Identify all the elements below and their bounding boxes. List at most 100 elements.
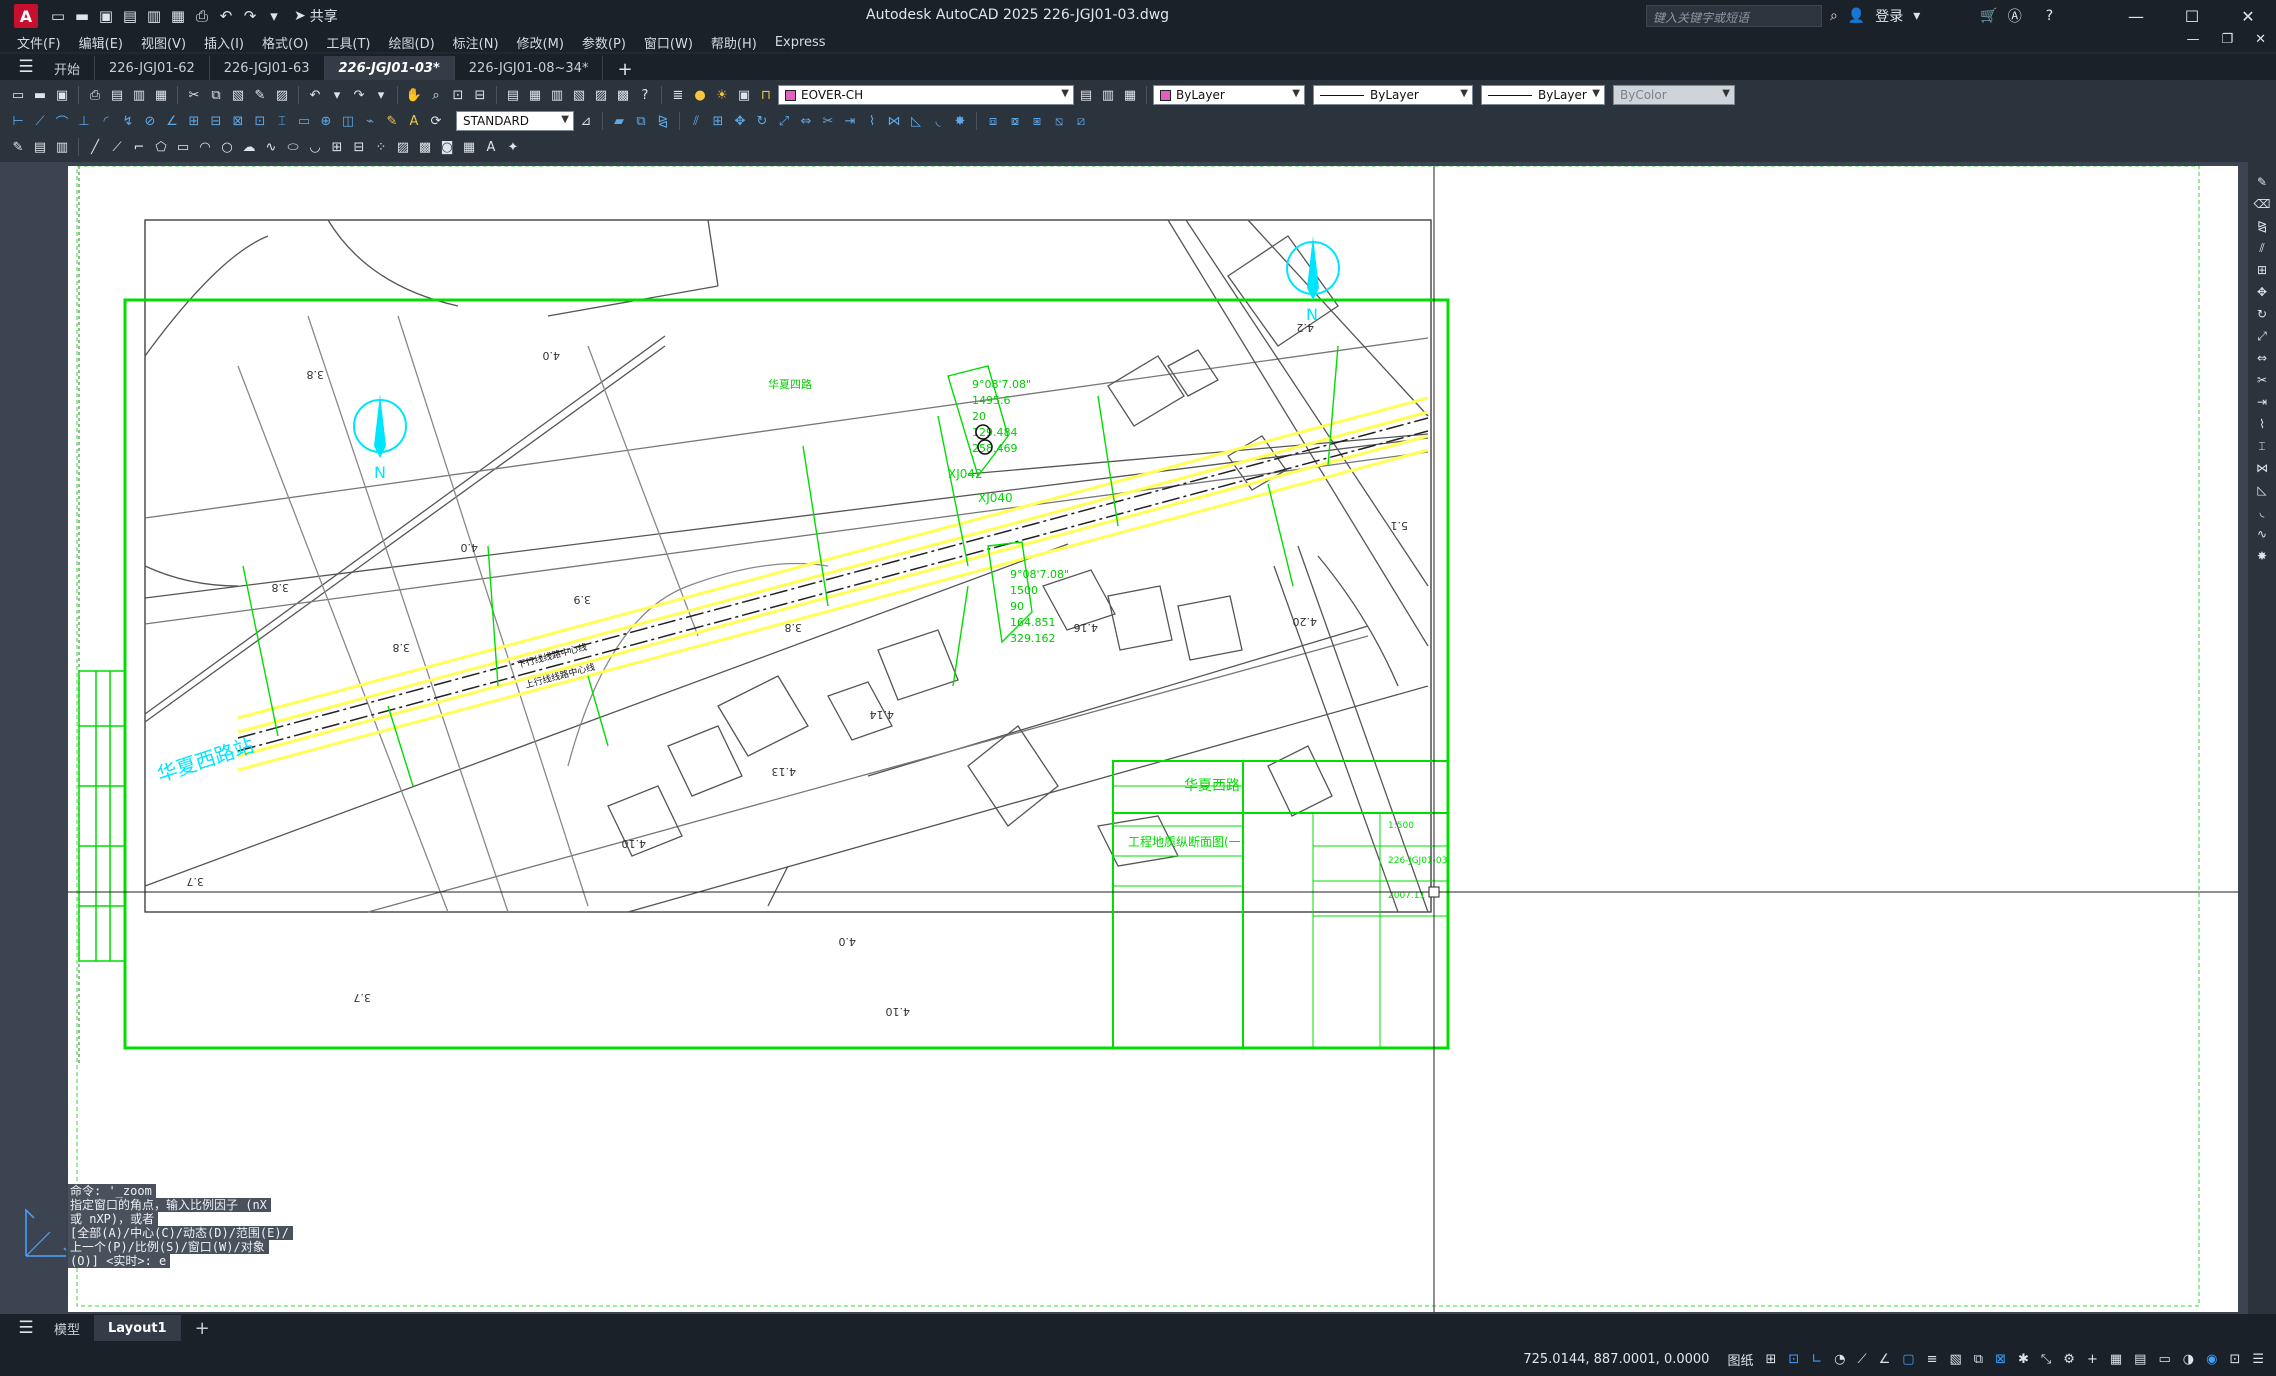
pan-icon[interactable]: ✋ xyxy=(404,85,424,105)
dimension-update-icon[interactable]: ⟳ xyxy=(426,111,446,131)
redo-dropdown-icon[interactable]: ▾ xyxy=(371,85,391,105)
angular-icon[interactable]: ∠ xyxy=(162,111,182,131)
undo-icon[interactable]: ↶ xyxy=(305,85,325,105)
extend-icon[interactable]: ⇥ xyxy=(840,111,860,131)
mirror-icon[interactable]: ⧎ xyxy=(2253,218,2271,234)
aligned-dimension-icon[interactable]: ⟋ xyxy=(30,111,50,131)
customization-icon[interactable]: ☰ xyxy=(2246,1352,2270,1367)
layer-lock-icon[interactable]: ⊓ xyxy=(756,85,776,105)
annotation-visibility-icon[interactable]: ✱ xyxy=(2012,1352,2035,1367)
drawing-workspace[interactable]: 9°08'7.08" 1495.6 20 129.484 258.469 9°0… xyxy=(0,162,2248,1314)
tab-226-jgj01-08-34[interactable]: 226-JGJ01-08~34* xyxy=(455,56,604,80)
fillet-icon[interactable]: ◟ xyxy=(2253,504,2271,520)
menu-modify[interactable]: 修改(M) xyxy=(508,33,573,52)
doc-minimize-icon[interactable]: — xyxy=(2186,32,2199,47)
hatch-icon[interactable]: ▨ xyxy=(393,137,413,157)
group-select-icon[interactable]: ⧅ xyxy=(1049,111,1069,131)
quickcalc-icon[interactable]: ▩ xyxy=(613,85,633,105)
layer-freeze-icon[interactable]: ☀ xyxy=(712,85,732,105)
pdf-icon[interactable]: ▦ xyxy=(151,85,171,105)
group-edit-icon[interactable]: ⧆ xyxy=(1027,111,1047,131)
layer-dropdown[interactable]: EOVER-CH ▼ xyxy=(778,85,1074,105)
zoom-window-icon[interactable]: ⊡ xyxy=(448,85,468,105)
insert-block-icon[interactable]: ⊞ xyxy=(327,137,347,157)
lineweight-dropdown[interactable]: ByLayer ▼ xyxy=(1481,85,1605,105)
zoom-realtime-icon[interactable]: ⌕ xyxy=(426,85,446,105)
make-current-layer-icon[interactable]: ▤ xyxy=(1076,85,1096,105)
paste-icon[interactable]: ▧ xyxy=(228,85,248,105)
ungroup-icon[interactable]: ⧇ xyxy=(1005,111,1025,131)
menu-format[interactable]: 格式(O) xyxy=(253,33,317,52)
minimize-icon[interactable]: — xyxy=(2108,0,2164,32)
coordinate-readout[interactable]: 725.0144, 887.0001, 0.0000 xyxy=(1523,1352,1709,1367)
dimension-edit-icon[interactable]: ✎ xyxy=(382,111,402,131)
graphics-performance-icon[interactable]: ◉ xyxy=(2200,1352,2223,1367)
ellipse-arc-icon[interactable]: ◡ xyxy=(305,137,325,157)
tab-start[interactable]: 开始 xyxy=(40,56,96,80)
drawing-canvas[interactable]: 9°08'7.08" 1495.6 20 129.484 258.469 9°0… xyxy=(68,166,2238,1312)
menu-file[interactable]: 文件(F) xyxy=(8,33,70,52)
dimension-text-edit-icon[interactable]: A xyxy=(404,111,424,131)
tool-palettes-icon[interactable]: ▥ xyxy=(547,85,567,105)
ordinate-icon[interactable]: ⊥ xyxy=(74,111,94,131)
break-point-icon[interactable]: ⌶ xyxy=(2253,438,2271,454)
workspace-settings-icon[interactable]: ✎ xyxy=(8,137,28,157)
isolate-objects-icon[interactable]: ◑ xyxy=(2177,1352,2200,1367)
line-icon[interactable]: ╱ xyxy=(85,137,105,157)
polygon-icon[interactable]: ⬠ xyxy=(151,137,171,157)
inspect-icon[interactable]: ◫ xyxy=(338,111,358,131)
chamfer-icon[interactable]: ◺ xyxy=(906,111,926,131)
offset-icon[interactable]: ⫽ xyxy=(686,111,706,131)
break-icon[interactable]: ⌶ xyxy=(272,111,292,131)
menu-window[interactable]: 窗口(W) xyxy=(635,33,702,52)
match-properties-icon[interactable]: ✎ xyxy=(250,85,270,105)
new-file-icon[interactable]: ▭ xyxy=(48,6,68,26)
isodraft-icon[interactable]: ⟋ xyxy=(1852,1352,1873,1367)
share-button[interactable]: ➤ 共享 xyxy=(294,6,338,26)
maximize-icon[interactable]: ☐ xyxy=(2164,0,2220,32)
stretch-icon[interactable]: ⇔ xyxy=(796,111,816,131)
stretch-icon[interactable]: ⇔ xyxy=(2253,350,2271,366)
menu-insert[interactable]: 插入(I) xyxy=(195,33,253,52)
properties-icon[interactable]: ▤ xyxy=(503,85,523,105)
dynamic-ucs-icon[interactable]: ⊠ xyxy=(1989,1352,2012,1367)
layout-menu-icon[interactable]: ☰ xyxy=(12,1315,40,1341)
save-as-icon[interactable]: ▤ xyxy=(120,6,140,26)
annotation-scale-icon[interactable]: ⤡ xyxy=(2035,1352,2057,1367)
tab-model[interactable]: 模型 xyxy=(40,1315,94,1341)
menu-express[interactable]: Express xyxy=(766,35,835,50)
save-icon[interactable]: ▣ xyxy=(96,6,116,26)
quick-properties-icon[interactable]: ▤ xyxy=(2128,1352,2152,1367)
layer-on-icon[interactable]: ● xyxy=(690,85,710,105)
construction-line-icon[interactable]: ⟋ xyxy=(107,137,127,157)
layer-state-icon[interactable]: ▦ xyxy=(1120,85,1140,105)
tab-226-jgj01-63[interactable]: 226-JGJ01-63 xyxy=(210,56,325,80)
redo-icon[interactable]: ↷ xyxy=(240,6,260,26)
polyline-icon[interactable]: ⌐ xyxy=(129,137,149,157)
diameter-icon[interactable]: ⊘ xyxy=(140,111,160,131)
sheet-set-icon[interactable]: ▧ xyxy=(569,85,589,105)
space-icon[interactable]: ⊡ xyxy=(250,111,270,131)
color-dropdown[interactable]: ByLayer ▼ xyxy=(1153,85,1305,105)
text-style-dropdown[interactable]: STANDARD ▼ xyxy=(456,111,574,131)
group-bounding-icon[interactable]: ⧄ xyxy=(1071,111,1091,131)
menu-help[interactable]: 帮助(H) xyxy=(702,33,766,52)
center-mark-icon[interactable]: ⊕ xyxy=(316,111,336,131)
snap-icon[interactable]: ⊞ xyxy=(1759,1352,1782,1367)
rectangle-icon[interactable]: ▭ xyxy=(173,137,193,157)
rotate-icon[interactable]: ↻ xyxy=(752,111,772,131)
polar-icon[interactable]: ◔ xyxy=(1828,1352,1851,1367)
jogged-linear-icon[interactable]: ⌁ xyxy=(360,111,380,131)
open-icon[interactable]: ▬ xyxy=(30,85,50,105)
plotstyle-dropdown[interactable]: ByColor ▼ xyxy=(1613,85,1735,105)
cut-icon[interactable]: ✂ xyxy=(184,85,204,105)
break-icon[interactable]: ⌇ xyxy=(2253,416,2271,432)
explode-icon[interactable]: ✸ xyxy=(950,111,970,131)
linetype-dropdown[interactable]: ByLayer ▼ xyxy=(1313,85,1473,105)
annotation-monitor-icon[interactable]: + xyxy=(2081,1352,2104,1367)
autocad-logo-button[interactable]: A xyxy=(14,4,38,28)
trim-icon[interactable]: ✂ xyxy=(818,111,838,131)
continue-icon[interactable]: ⊠ xyxy=(228,111,248,131)
lock-ui-icon[interactable]: ▭ xyxy=(2152,1352,2176,1367)
undo-icon[interactable]: ↶ xyxy=(216,6,236,26)
